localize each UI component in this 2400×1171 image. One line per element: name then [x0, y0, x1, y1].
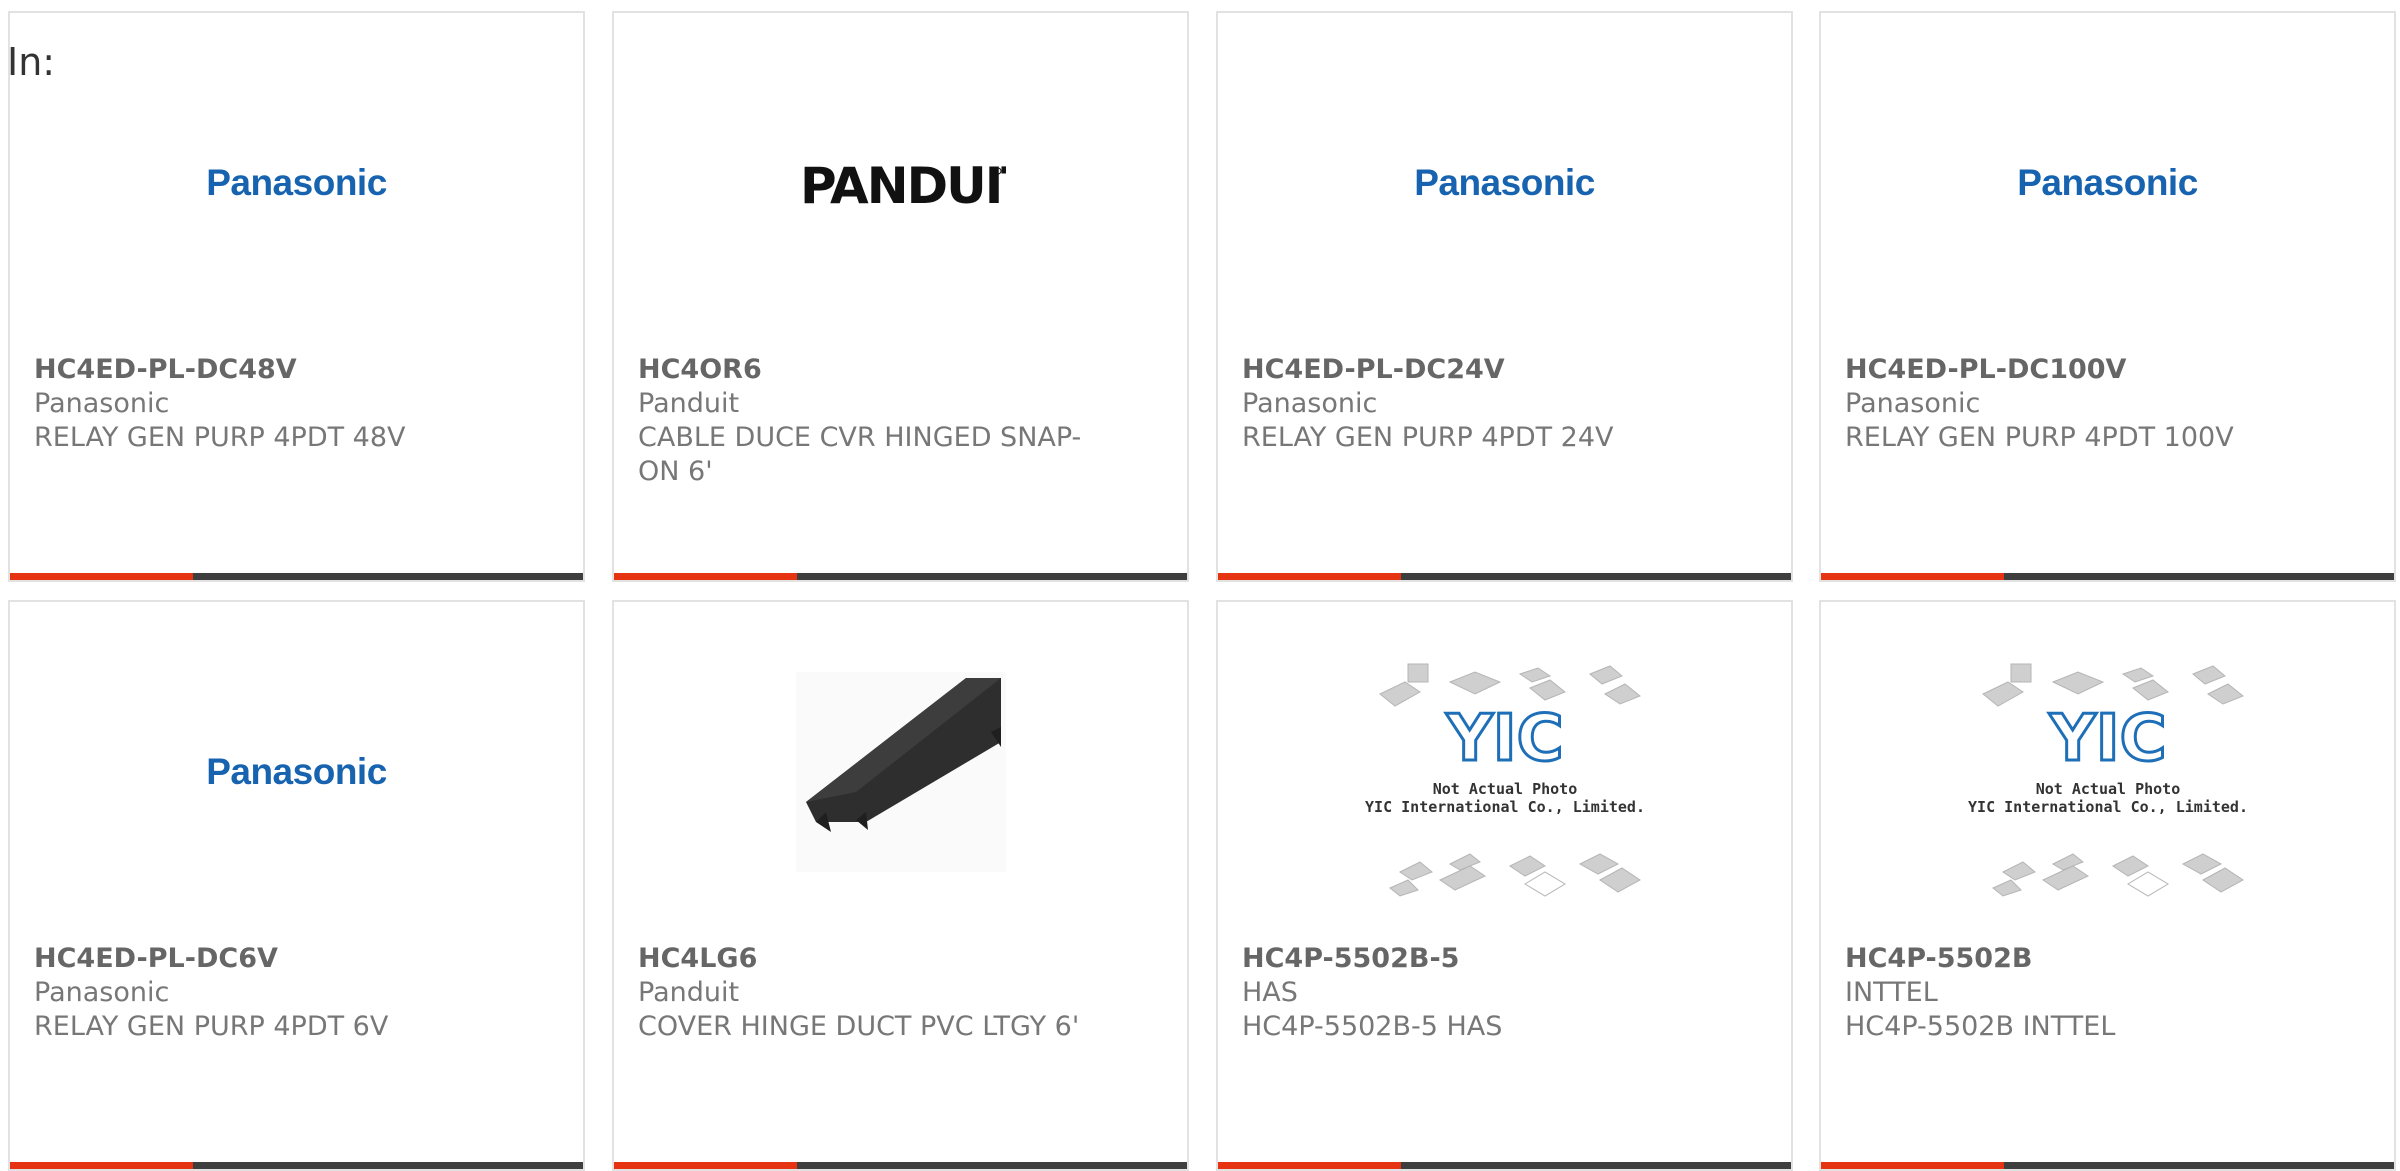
card-bar	[10, 1162, 583, 1169]
product-card[interactable]: PANDUIT HC4OR6 Panduit CABLE DUCE CVR HI…	[612, 11, 1189, 582]
product-card[interactable]: Panasonic HC4ED-PL-DC6V Panasonic RELAY …	[8, 600, 585, 1171]
card-bar	[1218, 1162, 1791, 1169]
product-card[interactable]: Panasonic HC4ED-PL-DC100V Panasonic RELA…	[1819, 11, 2396, 582]
card-bar	[614, 1162, 1187, 1169]
manufacturer: HAS	[1242, 977, 1298, 1008]
yic-logo: YIC	[2048, 702, 2166, 776]
part-number[interactable]: HC4ED-PL-DC100V	[1845, 353, 2305, 387]
manufacturer: Panduit	[638, 977, 740, 1008]
placeholder-caption-line-2: YIC International Co., Limited.	[1968, 798, 2248, 816]
product-card[interactable]: HC4LG6 Panduit COVER HINGE DUCT PVC LTGY…	[612, 600, 1189, 1171]
manufacturer: Panduit	[638, 388, 740, 419]
placeholder-caption-line-2: YIC International Co., Limited.	[1365, 798, 1645, 816]
filter-label: In:	[7, 40, 56, 84]
product-image: Panasonic	[10, 13, 583, 353]
card-bar-accent	[1821, 1162, 2004, 1169]
product-card[interactable]: YIC Not Actual Photo YIC International C…	[1216, 600, 1793, 1171]
product-image: Panasonic	[1218, 13, 1791, 353]
product-image	[614, 602, 1187, 942]
product-card[interactable]: Panasonic HC4ED-PL-DC48V Panasonic RELAY…	[8, 11, 585, 582]
manufacturer: INTTEL	[1845, 977, 1938, 1008]
placeholder-caption-line-1: Not Actual Photo	[2035, 780, 2180, 798]
card-bar-accent	[1218, 1162, 1401, 1169]
placeholder-photo: YIC Not Actual Photo YIC International C…	[1365, 663, 1645, 897]
description: RELAY GEN PURP 4PDT 6V	[34, 1011, 389, 1042]
product-image: YIC Not Actual Photo YIC International C…	[1821, 602, 2394, 942]
description: RELAY GEN PURP 4PDT 48V	[34, 422, 406, 453]
card-bar-accent	[614, 573, 797, 580]
description-line-2: ON 6'	[638, 456, 713, 487]
card-bar	[1218, 573, 1791, 580]
description: HC4P-5502B-5 HAS	[1242, 1011, 1503, 1042]
card-bar	[614, 573, 1187, 580]
description: HC4P-5502B INTTEL	[1845, 1011, 2116, 1042]
part-number[interactable]: HC4OR6	[638, 353, 1098, 387]
manufacturer: Panasonic	[1845, 388, 1981, 419]
product-grid: Panasonic HC4ED-PL-DC48V Panasonic RELAY…	[0, 0, 2400, 1171]
card-bar-accent	[10, 573, 193, 580]
description: RELAY GEN PURP 4PDT 24V	[1242, 422, 1614, 453]
part-number[interactable]: HC4LG6	[638, 942, 1098, 976]
duct-cover-photo	[795, 672, 1006, 872]
product-image: YIC Not Actual Photo YIC International C…	[1218, 602, 1791, 942]
card-bar-accent	[614, 1162, 797, 1169]
manufacturer: Panasonic	[1242, 388, 1378, 419]
card-bar	[1821, 573, 2394, 580]
panasonic-logo: Panasonic	[206, 162, 387, 203]
card-bar-accent	[1218, 573, 1401, 580]
card-bar-accent	[1821, 573, 2004, 580]
card-bar-accent	[10, 1162, 193, 1169]
product-card[interactable]: Panasonic HC4ED-PL-DC24V Panasonic RELAY…	[1216, 11, 1793, 582]
product-image: Panasonic	[1821, 13, 2394, 353]
product-image: Panasonic	[10, 602, 583, 942]
panduit-logo: PANDUIT	[800, 157, 1006, 213]
yic-logo: YIC	[1445, 702, 1563, 776]
panasonic-logo: Panasonic	[1414, 162, 1595, 203]
panduit-logo-text: PANDUIT	[800, 157, 1006, 213]
description: COVER HINGE DUCT PVC LTGY 6'	[638, 1011, 1080, 1042]
part-number[interactable]: HC4P-5502B	[1845, 942, 2305, 976]
part-number[interactable]: HC4ED-PL-DC48V	[34, 353, 494, 387]
placeholder-photo: YIC Not Actual Photo YIC International C…	[1968, 663, 2248, 897]
manufacturer: Panasonic	[34, 977, 170, 1008]
card-bar	[1821, 1162, 2394, 1169]
panasonic-logo: Panasonic	[206, 751, 387, 792]
product-image: PANDUIT	[614, 13, 1187, 353]
manufacturer: Panasonic	[34, 388, 170, 419]
description: RELAY GEN PURP 4PDT 100V	[1845, 422, 2234, 453]
description-line-1: CABLE DUCE CVR HINGED SNAP-	[638, 422, 1082, 453]
card-bar	[10, 573, 583, 580]
part-number[interactable]: HC4ED-PL-DC6V	[34, 942, 494, 976]
part-number[interactable]: HC4P-5502B-5	[1242, 942, 1702, 976]
placeholder-caption-line-1: Not Actual Photo	[1432, 780, 1577, 798]
product-card[interactable]: YIC Not Actual Photo YIC International C…	[1819, 600, 2396, 1171]
part-number[interactable]: HC4ED-PL-DC24V	[1242, 353, 1702, 387]
panasonic-logo: Panasonic	[2017, 162, 2198, 203]
